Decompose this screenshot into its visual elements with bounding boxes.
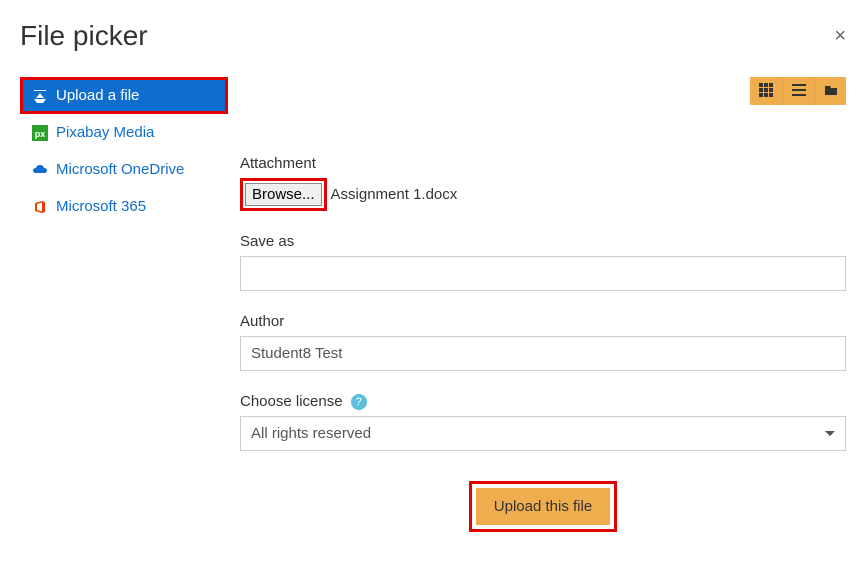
saveas-input[interactable]	[240, 256, 846, 291]
license-label: Choose license ?	[240, 393, 846, 410]
help-icon[interactable]: ?	[351, 394, 367, 410]
author-group: Author	[240, 313, 846, 371]
view-grid-button[interactable]	[750, 77, 782, 105]
grid-icon	[759, 83, 773, 100]
browse-row: Browse... Assignment 1.docx	[240, 178, 846, 211]
browse-button[interactable]: Browse...	[245, 183, 322, 206]
list-icon	[792, 83, 806, 100]
sidebar-item-label: Upload a file	[56, 87, 139, 104]
microsoft365-icon	[32, 199, 48, 215]
sidebar-item-pixabay[interactable]: px Pixabay Media	[20, 114, 228, 151]
saveas-label: Save as	[240, 233, 846, 250]
upload-file-icon	[32, 88, 48, 104]
close-button[interactable]: ×	[834, 25, 846, 48]
dialog-header: File picker ×	[0, 0, 866, 62]
folder-icon	[824, 83, 838, 100]
view-mode-group	[750, 77, 846, 105]
main-panel: Attachment Browse... Assignment 1.docx S…	[228, 62, 846, 547]
attachment-group: Attachment Browse... Assignment 1.docx	[240, 155, 846, 211]
attachment-label: Attachment	[240, 155, 846, 172]
sidebar-item-microsoft365[interactable]: Microsoft 365	[20, 188, 228, 225]
license-group: Choose license ? All rights reserved	[240, 393, 846, 451]
repository-sidebar: Upload a file px Pixabay Media Microsoft…	[20, 62, 228, 547]
svg-text:px: px	[35, 129, 46, 139]
onedrive-icon	[32, 162, 48, 178]
sidebar-item-upload[interactable]: Upload a file	[20, 77, 228, 114]
saveas-group: Save as	[240, 233, 846, 291]
author-label: Author	[240, 313, 846, 330]
upload-file-button[interactable]: Upload this file	[476, 488, 610, 525]
license-select[interactable]: All rights reserved	[240, 416, 846, 451]
view-toolbar	[240, 77, 846, 105]
dialog-title: File picker	[20, 20, 148, 52]
sidebar-item-label: Microsoft OneDrive	[56, 161, 184, 178]
sidebar-item-label: Microsoft 365	[56, 198, 146, 215]
dialog-content: Upload a file px Pixabay Media Microsoft…	[0, 62, 866, 547]
view-list-button[interactable]	[782, 77, 814, 105]
submit-row: Upload this file	[240, 481, 846, 532]
selected-filename: Assignment 1.docx	[331, 186, 458, 203]
view-tree-button[interactable]	[814, 77, 846, 105]
sidebar-item-label: Pixabay Media	[56, 124, 154, 141]
submit-highlight-box: Upload this file	[469, 481, 617, 532]
browse-highlight-box: Browse...	[240, 178, 327, 211]
author-input[interactable]	[240, 336, 846, 371]
pixabay-icon: px	[32, 125, 48, 141]
sidebar-item-onedrive[interactable]: Microsoft OneDrive	[20, 151, 228, 188]
license-label-text: Choose license	[240, 393, 343, 410]
